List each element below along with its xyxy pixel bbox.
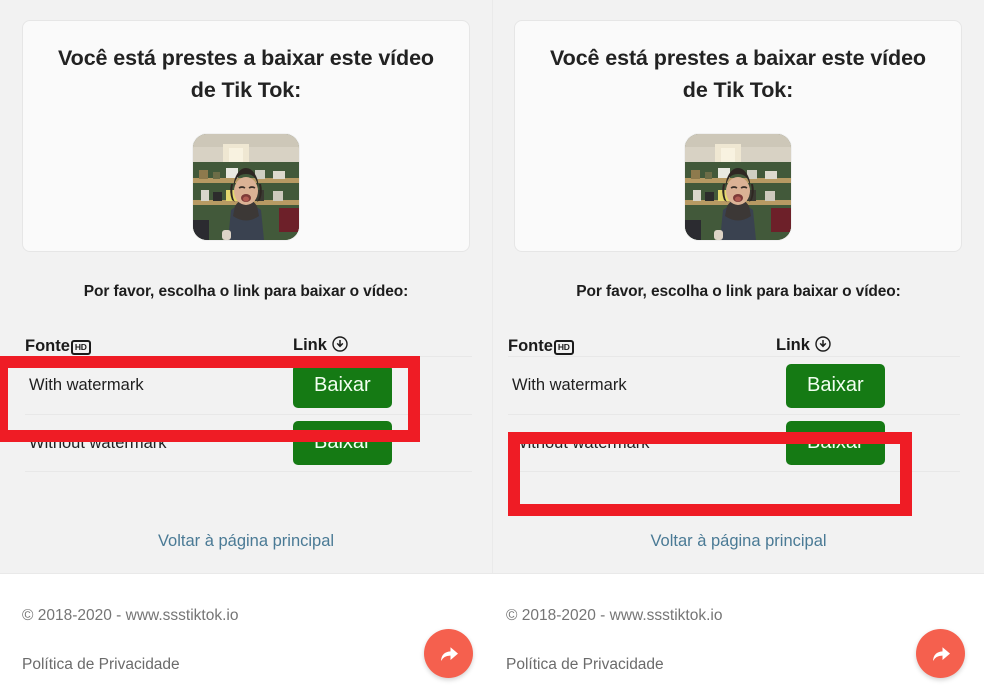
table-header-row: Fonte HD Link [508, 328, 960, 356]
download-button[interactable]: Baixar [786, 363, 885, 408]
app-screen: Você está prestes a baixar este vídeo de… [0, 0, 984, 700]
download-button[interactable]: Baixar [293, 363, 392, 408]
hd-badge-icon: HD [553, 340, 574, 355]
table-row: With watermark Baixar [508, 356, 960, 414]
table-row: With watermark Baixar [25, 356, 472, 414]
download-button[interactable]: Baixar [293, 421, 392, 465]
panel-right: Você está prestes a baixar este vídeo de… [492, 0, 984, 573]
download-button[interactable]: Baixar [786, 421, 885, 465]
thumbnail-wrap [515, 134, 961, 240]
footer-column-left: © 2018-2020 - www.ssstiktok.io Política … [0, 574, 492, 700]
row-link-cell: Baixar [293, 421, 472, 465]
thumbnail-wrap [23, 134, 469, 240]
hd-badge-icon: HD [70, 340, 91, 355]
privacy-policy-link[interactable]: Política de Privacidade [22, 656, 180, 674]
download-circle-icon [332, 336, 348, 357]
table-header-source-label: Fonte [25, 337, 70, 355]
share-arrow-icon [927, 640, 955, 668]
row-source-label: With watermark [29, 376, 144, 394]
page-title: Você está prestes a baixar este vídeo de… [515, 21, 961, 106]
video-preview-card: Você está prestes a baixar este vídeo de… [22, 20, 470, 252]
panels-container: Você está prestes a baixar este vídeo de… [0, 0, 984, 573]
video-thumbnail[interactable] [193, 134, 299, 240]
table-row: Without watermark Baixar [508, 414, 960, 472]
table-header-link: Link [293, 335, 348, 356]
table-header-link-label: Link [776, 336, 810, 354]
page-title-line1: Você está prestes a baixar este [58, 46, 373, 70]
page-title: Você está prestes a baixar este vídeo de… [23, 21, 469, 106]
table-header-link: Link [776, 335, 831, 356]
footer: © 2018-2020 - www.ssstiktok.io Política … [0, 573, 984, 700]
table-header-source-label: Fonte [508, 337, 553, 355]
share-button[interactable] [424, 629, 473, 678]
row-source-label: With watermark [512, 376, 627, 394]
table-row: Without watermark Baixar [25, 414, 472, 472]
download-table: Fonte HD Link With watermark Baixar With… [508, 328, 960, 472]
row-link-cell: Baixar [786, 421, 960, 465]
back-to-home-link[interactable]: Voltar à página principal [493, 532, 984, 551]
thumbnail-image [685, 134, 791, 240]
download-table: Fonte HD Link With watermark Baixar With… [25, 328, 472, 472]
copyright-text: © 2018-2020 - www.ssstiktok.io [22, 607, 239, 624]
row-source-label: Without watermark [29, 433, 167, 452]
share-arrow-icon [435, 640, 463, 668]
row-link-cell: Baixar [786, 363, 960, 408]
row-source-label: Without watermark [512, 433, 650, 452]
page-title-line1: Você está prestes a baixar este [550, 46, 865, 70]
footer-column-right: © 2018-2020 - www.ssstiktok.io Política … [492, 574, 984, 700]
choose-link-prompt: Por favor, escolha o link para baixar o … [83, 283, 409, 300]
choose-link-prompt: Por favor, escolha o link para baixar o … [576, 283, 901, 300]
table-header-source: Fonte HD [508, 337, 776, 356]
table-header-link-label: Link [293, 336, 327, 354]
video-thumbnail[interactable] [685, 134, 791, 240]
back-to-home-link[interactable]: Voltar à página principal [0, 532, 492, 551]
thumbnail-image [193, 134, 299, 240]
table-header-row: Fonte HD Link [25, 328, 472, 356]
download-circle-icon [815, 336, 831, 357]
panel-left: Você está prestes a baixar este vídeo de… [0, 0, 492, 573]
privacy-policy-link[interactable]: Política de Privacidade [506, 656, 664, 674]
copyright-text: © 2018-2020 - www.ssstiktok.io [506, 607, 723, 624]
video-preview-card: Você está prestes a baixar este vídeo de… [514, 20, 962, 252]
share-button[interactable] [916, 629, 965, 678]
table-header-source: Fonte HD [25, 337, 293, 356]
row-link-cell: Baixar [293, 363, 472, 408]
